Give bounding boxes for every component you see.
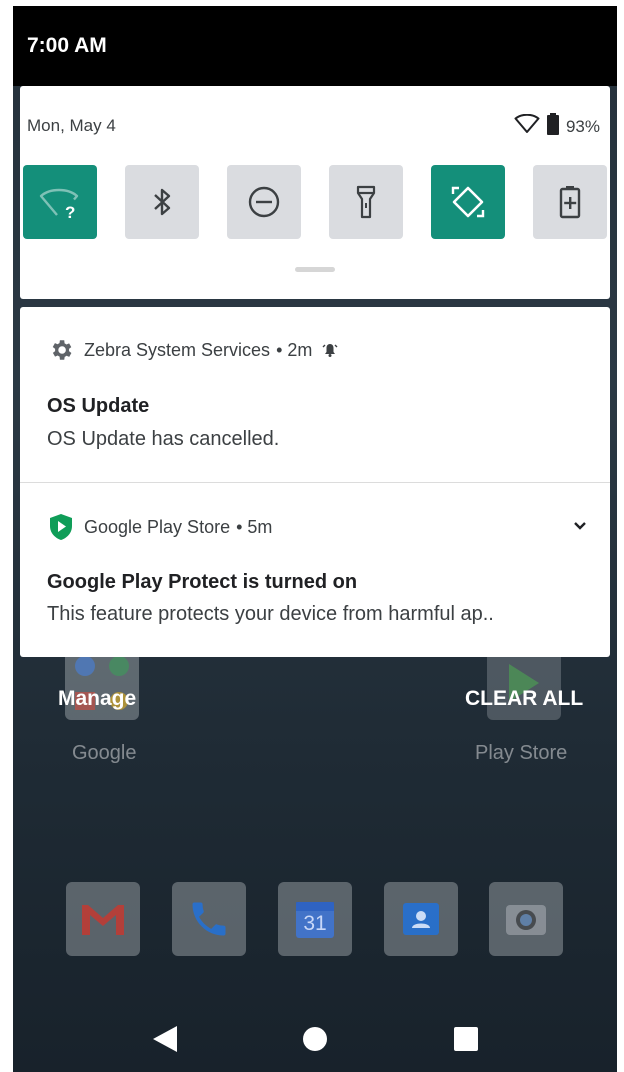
google-folder-label: Google	[72, 742, 137, 764]
camera-icon[interactable]	[489, 882, 563, 956]
wifi-icon	[514, 113, 540, 139]
notification-header: Google Play Store • 5m	[48, 513, 272, 541]
quick-settings-panel: Mon, May 4 93% ?	[20, 86, 610, 299]
manage-button[interactable]: Manage	[58, 687, 136, 711]
notification-play-store[interactable]: Google Play Store • 5m Google Play Prote…	[20, 483, 610, 657]
navigation-bar	[13, 1001, 617, 1072]
expand-chevron-icon[interactable]	[572, 519, 588, 537]
recents-button[interactable]	[446, 1019, 486, 1059]
quick-settings-tiles: ?	[23, 165, 607, 239]
home-button[interactable]	[295, 1019, 335, 1059]
calendar-day: 31	[303, 912, 327, 935]
notification-time: • 2m	[276, 339, 313, 360]
dnd-icon	[248, 186, 280, 218]
app-name: Zebra System Services	[84, 339, 271, 360]
status-bar: 7:00 AM	[13, 6, 617, 86]
notification-title: OS Update	[47, 395, 150, 417]
notification-zebra[interactable]: Zebra System Services • 2m OS Update OS …	[20, 307, 610, 482]
battery-icon	[546, 113, 560, 140]
expand-handle[interactable]	[295, 267, 335, 272]
notification-body: This feature protects your device from h…	[47, 603, 494, 625]
phone-screen: Google Play Store Manage CLEAR ALL 31 7:…	[13, 6, 617, 1072]
notification-body: OS Update has cancelled.	[47, 428, 280, 450]
back-button[interactable]	[145, 1019, 185, 1059]
alert-bell-icon	[322, 344, 338, 357]
notification-header: Zebra System Services • 2m	[48, 337, 338, 363]
gear-icon	[52, 340, 72, 360]
auto-rotate-tile[interactable]	[431, 165, 505, 239]
notification-time: • 5m	[236, 516, 273, 537]
play-protect-shield-icon	[50, 514, 72, 540]
notification-list: Zebra System Services • 2m OS Update OS …	[20, 307, 610, 657]
wifi-unknown-icon: ?	[39, 188, 79, 220]
contacts-icon[interactable]	[384, 882, 458, 956]
wifi-tile[interactable]: ?	[23, 165, 97, 239]
battery-saver-icon	[559, 186, 581, 219]
dnd-tile[interactable]	[227, 165, 301, 239]
notification-title: Google Play Protect is turned on	[47, 571, 358, 593]
gmail-icon[interactable]	[66, 882, 140, 956]
rotate-icon	[451, 186, 485, 218]
bluetooth-tile[interactable]	[125, 165, 199, 239]
clear-all-button[interactable]: CLEAR ALL	[465, 687, 583, 711]
play-store-label: Play Store	[475, 742, 568, 764]
battery-percent: 93%	[565, 116, 600, 136]
phone-icon[interactable]	[172, 882, 246, 956]
flashlight-icon	[356, 185, 376, 219]
app-name: Google Play Store	[84, 516, 231, 537]
status-icons: 93%	[514, 113, 600, 140]
battery-saver-tile[interactable]	[533, 165, 607, 239]
calendar-icon[interactable]: 31	[278, 882, 352, 956]
clock: 7:00 AM	[27, 34, 107, 57]
svg-text:?: ?	[65, 203, 75, 220]
bluetooth-icon	[154, 188, 171, 216]
flashlight-tile[interactable]	[329, 165, 403, 239]
date-label[interactable]: Mon, May 4	[27, 116, 116, 136]
